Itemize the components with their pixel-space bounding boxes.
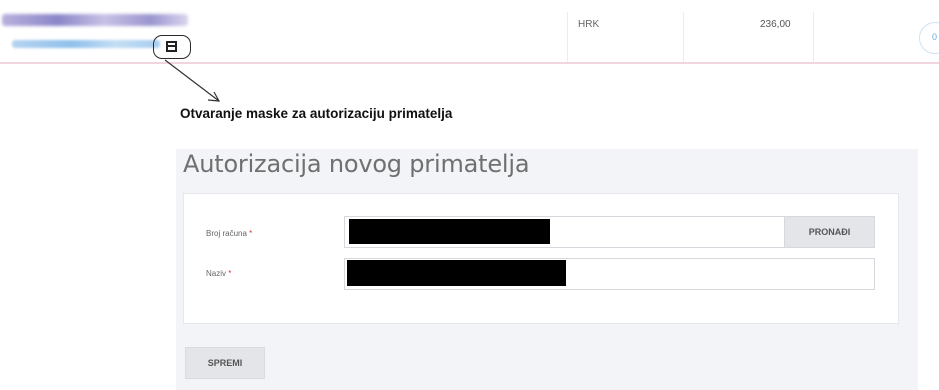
redacted-name-value (347, 260, 566, 286)
annotation-caption: Otvaranje maske za autorizaciju primatel… (180, 106, 453, 121)
redacted-account-value (349, 219, 550, 244)
page-title: Autorizacija novog primatelja (183, 150, 530, 178)
required-asterisk: * (249, 229, 253, 238)
save-button[interactable]: SPREMI (185, 347, 265, 379)
account-number-label: Broj računa * (206, 229, 253, 238)
find-button[interactable]: PRONAĐI (784, 216, 875, 248)
required-asterisk: * (228, 269, 232, 278)
name-label: Naziv * (206, 269, 232, 278)
